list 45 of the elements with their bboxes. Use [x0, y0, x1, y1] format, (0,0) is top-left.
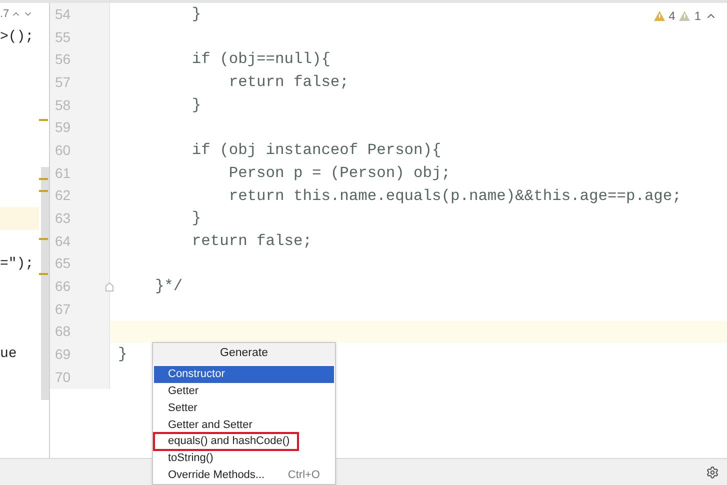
code-line: }	[190, 209, 202, 228]
code-line: >();	[0, 28, 34, 45]
problem-count: .7	[0, 7, 10, 22]
line-number: 56	[55, 50, 71, 70]
line-number: 58	[55, 96, 71, 115]
code-line: =");	[0, 256, 34, 272]
line-number: 61	[55, 164, 71, 183]
line-number: 70	[55, 368, 71, 387]
menu-item[interactable]: Getter	[154, 382, 334, 400]
line-number: 54	[55, 4, 71, 24]
menu-item[interactable]: Constructor	[154, 366, 334, 383]
line-number: 64	[55, 232, 71, 251]
line-number: 66	[55, 277, 71, 296]
menu-item[interactable]: Getter and Setter	[154, 416, 334, 434]
code-line: }*/	[154, 277, 183, 296]
code-line: }	[190, 96, 202, 114]
code-line: if (obj==null){	[190, 50, 330, 68]
code-line: }	[118, 345, 128, 364]
line-number: 59	[55, 118, 71, 138]
line-number: 65	[55, 254, 71, 274]
line-number: 68	[55, 322, 71, 342]
warning-count[interactable]: 4	[668, 7, 676, 25]
weak-warning-count[interactable]: 1	[694, 7, 701, 25]
code-line: ue	[0, 346, 17, 362]
code-line: if (obj instanceof Person){	[190, 141, 442, 160]
code-line: }	[190, 5, 202, 23]
line-number: 57	[55, 72, 71, 92]
code-line: return false;	[228, 73, 349, 92]
menu-item[interactable]: Setter	[154, 400, 334, 416]
code-line: Person p = (Person) obj;	[228, 164, 450, 182]
settings-icon[interactable]	[706, 466, 719, 478]
line-number: 63	[55, 209, 71, 228]
line-number: 69	[55, 345, 71, 364]
warning-icon	[654, 11, 665, 21]
code-line: return false;	[190, 232, 312, 250]
line-number: 60	[55, 140, 71, 160]
line-number: 55	[55, 28, 71, 47]
popup-title: Generate	[153, 343, 335, 365]
menu-item[interactable]: toString()	[154, 450, 334, 467]
line-number: 62	[55, 186, 71, 206]
weak-warning-icon	[679, 11, 690, 21]
menu-item[interactable]: Override Methods... Ctrl+O	[154, 466, 334, 484]
line-number: 67	[55, 300, 71, 319]
code-line: return this.name.equals(p.name)&&this.age==p.age;	[228, 186, 682, 204]
menu-item[interactable]: equals() and hashCode()	[154, 433, 298, 450]
